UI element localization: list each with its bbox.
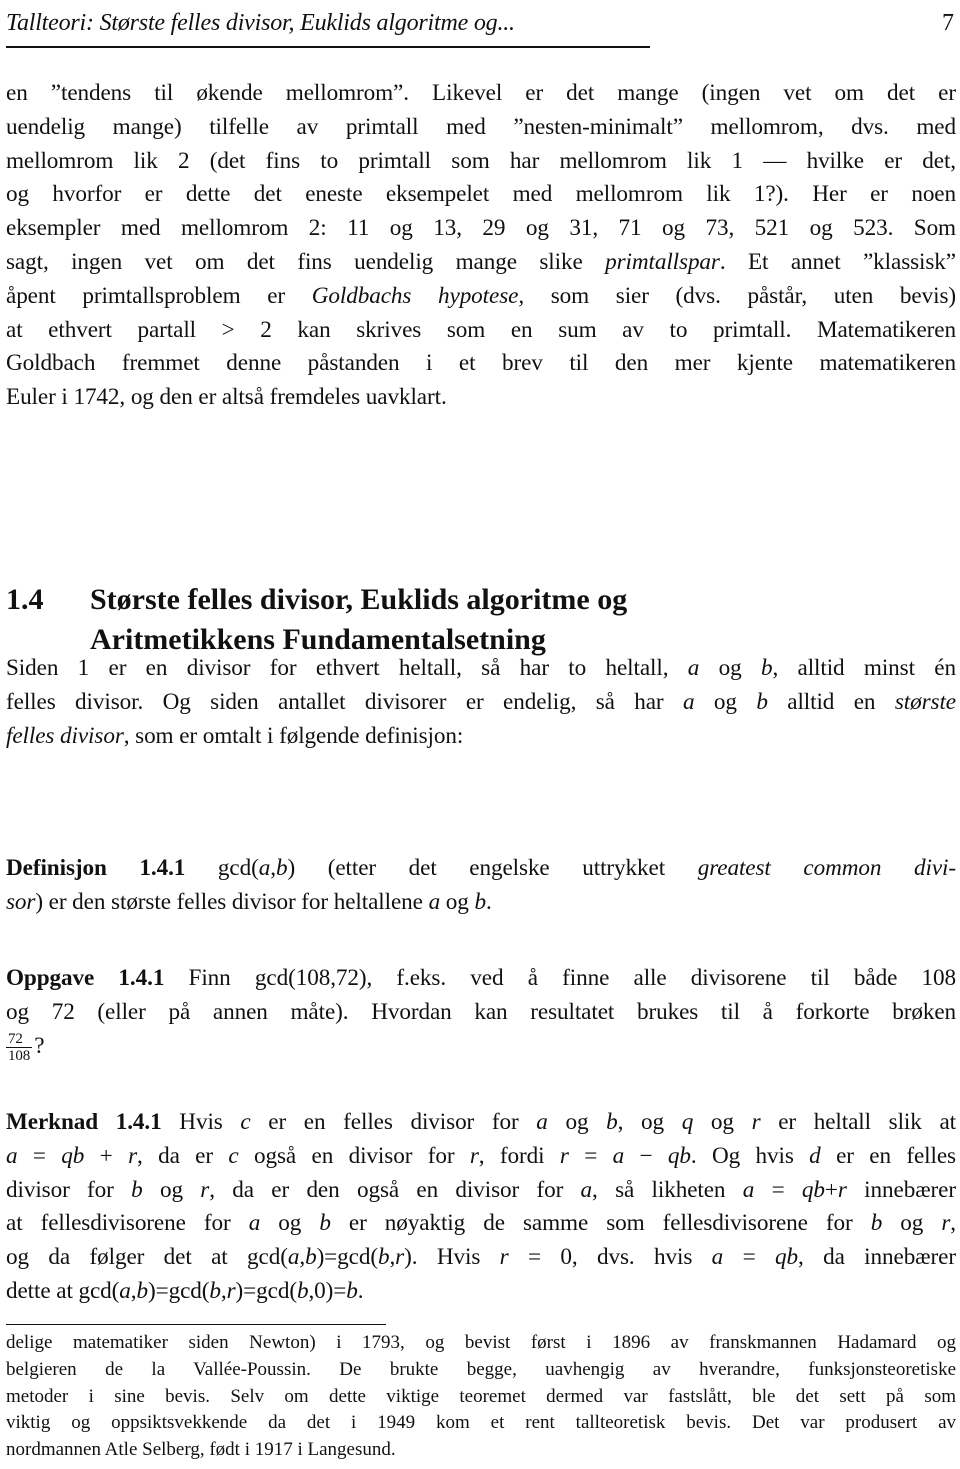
math-var: a	[258, 855, 271, 881]
text-line: 72 108?	[6, 1030, 956, 1064]
intro-paragraph: en ”tendens til økende mellomrom”. Likev…	[6, 77, 956, 415]
text-line: uendelig mange) tilfelle av primtall med…	[6, 113, 956, 140]
text-line: dette at gcd(a,b)=gcd(b,r)=gcd(b,0)=b.	[6, 1277, 364, 1304]
math-var: b	[756, 688, 768, 715]
text-line: og hvorfor er dette det eneste eksempele…	[6, 181, 956, 208]
math-var: a	[428, 888, 441, 915]
emphasis-greatest-common-divisor: greatest common divi-	[697, 855, 956, 881]
text-line: a = qb + r, da er c også en divisor for …	[6, 1142, 956, 1169]
text-run: , som er omtalt i følgende definisjon:	[123, 722, 464, 749]
text-run: og	[699, 655, 761, 681]
text-run: , alltid minst én	[772, 655, 956, 681]
definition-label: Definisjon 1.4.1	[6, 855, 186, 881]
section-title: Største felles divisor, Euklids algoritm…	[90, 580, 950, 660]
text-line: eksempler med mellomrom 2: 11 og 13, 29 …	[6, 215, 956, 242]
text-run: gcd(	[185, 855, 259, 881]
text-line: divisor for b og r, da er den også en di…	[6, 1176, 956, 1203]
text-line: felles divisor, som er omtalt i følgende…	[6, 720, 956, 754]
remark-label: Merknad 1.4.1	[6, 1109, 162, 1135]
text-line: en ”tendens til økende mellomrom”. Likev…	[6, 80, 956, 106]
text-line: felles divisor. Og siden antallet diviso…	[6, 686, 956, 720]
footnote-line: metoder i sine bevis. Selv om dette vikt…	[6, 1385, 956, 1407]
section-number: 1.4	[6, 583, 44, 616]
text-run: Siden 1 er en divisor for ethvert heltal…	[6, 655, 688, 681]
definition-block: Definisjon 1.4.1 gcd(a,b) (etter det eng…	[6, 852, 956, 920]
fraction: 72 108	[6, 1031, 33, 1064]
math-var: b	[760, 655, 773, 681]
text-line: at fellesdivisorene for a og b er nøyakt…	[6, 1210, 956, 1237]
text-run: . Et annet ”klassisk”	[719, 248, 956, 275]
header-rule	[6, 46, 650, 48]
text-run: som sier (dvs. påstår, uten bevis)	[524, 282, 956, 309]
math-var: b	[275, 855, 288, 881]
math-var: a	[687, 655, 700, 681]
running-header: Tallteori: Største felles divisor, Eukli…	[6, 6, 954, 48]
text-line: at ethvert partall > 2 kan skrives som e…	[6, 316, 956, 343]
math-var: a	[682, 688, 695, 715]
text-line: Siden 1 er en divisor for ethvert heltal…	[6, 652, 956, 686]
footnote: delige matematiker siden Newton) i 1793,…	[6, 1330, 956, 1464]
emphasis-greatest-common-divisor: sor	[6, 888, 36, 915]
section-title-line: Største felles divisor, Euklids algoritm…	[90, 583, 628, 616]
text-run: ) er den største felles divisor for helt…	[35, 888, 429, 915]
text-run: alltid en	[767, 688, 895, 715]
emphasis-primtallspar: primtallspar	[605, 248, 720, 275]
emphasis-storste: største	[894, 688, 956, 715]
text-run: felles divisor. Og siden antallet diviso…	[6, 688, 683, 715]
text-run: Hvis c er en felles divisor for a og b, …	[161, 1109, 956, 1135]
exercise-label: Oppgave 1.4.1	[6, 965, 165, 991]
footnote-line: delige matematiker siden Newton) i 1793,…	[6, 1332, 956, 1353]
text-line: Definisjon 1.4.1 gcd(a,b) (etter det eng…	[6, 852, 956, 886]
math-var: b	[474, 888, 486, 915]
exercise-block: Oppgave 1.4.1 Finn gcd(108,72), f.eks. v…	[6, 962, 956, 1064]
emphasis-felles-divisor: felles divisor	[6, 722, 124, 749]
text-run: ?	[34, 1032, 45, 1059]
running-title: Tallteori: Største felles divisor, Eukli…	[6, 10, 515, 36]
fraction-denominator: 108	[8, 1047, 31, 1064]
footnote-rule	[6, 1324, 386, 1326]
emphasis-goldbach: Goldbachs hypotese,	[311, 282, 525, 309]
fraction-numerator: 72	[6, 1031, 33, 1048]
text-line: Merknad 1.4.1 Hvis c er en felles diviso…	[6, 1106, 956, 1140]
text-line: Oppgave 1.4.1 Finn gcd(108,72), f.eks. v…	[6, 962, 956, 996]
text-run: Finn gcd(108,72), f.eks. ved å finne all…	[164, 965, 957, 991]
remark-block: Merknad 1.4.1 Hvis c er en felles diviso…	[6, 1106, 956, 1309]
section-intro-paragraph: Siden 1 er en divisor for ethvert heltal…	[6, 652, 956, 753]
text-run: sagt, ingen vet om det fins uendelig man…	[6, 248, 606, 275]
text-line: sor) er den største felles divisor for h…	[6, 886, 956, 920]
text-run: og	[694, 688, 757, 715]
text-line: sagt, ingen vet om det fins uendelig man…	[6, 246, 956, 280]
text-line: Euler i 1742, og den er altså fremdeles …	[6, 384, 447, 411]
page-number: 7	[942, 10, 954, 36]
text-line: Goldbach fremmet denne påstanden i et br…	[6, 350, 956, 377]
text-run: åpent primtallsproblem er	[6, 282, 312, 309]
text-line: åpent primtallsproblem er Goldbachs hypo…	[6, 280, 956, 314]
text-run: og	[440, 888, 475, 915]
footnote-line: belgieren de la Vallée-Poussin. De brukt…	[6, 1358, 956, 1380]
text-line: og 72 (eller på annen måte). Hvordan kan…	[6, 998, 956, 1025]
text-line: og da følger det at gcd(a,b)=gcd(b,r). H…	[6, 1244, 956, 1271]
text-run: ) (etter det engelske uttrykket	[287, 855, 698, 881]
text-run: .	[485, 888, 492, 915]
footnote-line: viktig og oppsiktsvekkende da det i 1949…	[6, 1412, 956, 1434]
text-line: mellomrom lik 2 (det fins to primtall so…	[6, 147, 956, 174]
footnote-line: nordmannen Atle Selberg, født i 1917 i L…	[6, 1439, 396, 1461]
